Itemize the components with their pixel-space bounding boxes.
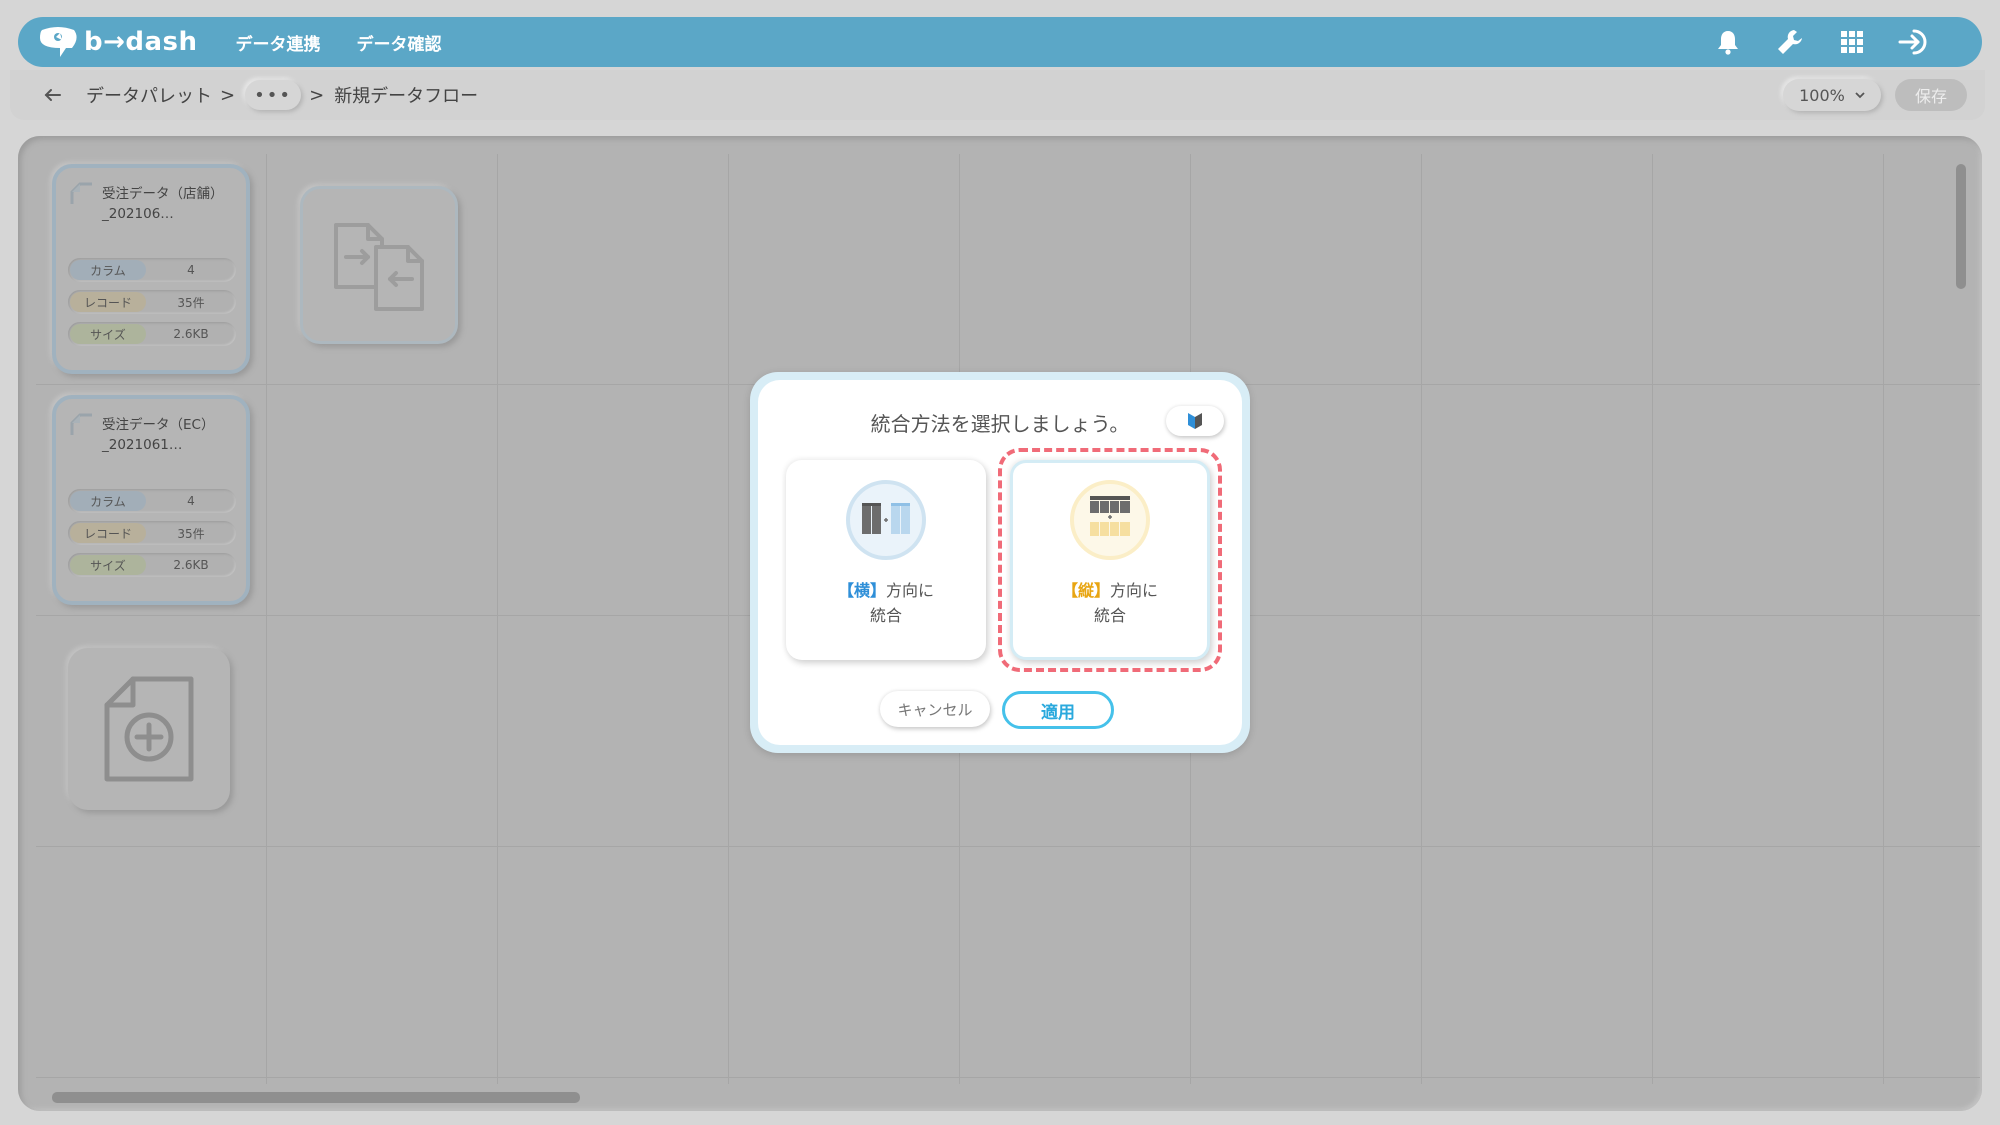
dialog-body: 統合方法を選択しましょう。 【横】方向に 統合 【縦】方向に 統合 キャンセル … xyxy=(758,380,1242,745)
stat-label: レコード xyxy=(70,523,146,543)
logout-icon[interactable] xyxy=(1898,26,1930,58)
stat-label: カラム xyxy=(70,260,146,280)
stat-label: レコード xyxy=(70,292,146,312)
horizontal-scroll-thumb[interactable] xyxy=(52,1092,580,1103)
breadcrumb-separator: > xyxy=(220,84,236,106)
add-data-tile[interactable] xyxy=(68,648,230,810)
option-text: 方向に xyxy=(1110,581,1159,600)
vertical-merge-icon xyxy=(1070,480,1150,560)
cancel-button[interactable]: キャンセル xyxy=(880,691,990,727)
stat-label: カラム xyxy=(70,491,146,511)
card-title: 受注データ（EC）_2021061… xyxy=(102,417,215,453)
data-card[interactable]: 受注データ（店舗）_202106… カラム 4 レコード 35件 サイズ 2.6… xyxy=(52,164,250,374)
merge-icon xyxy=(334,223,424,311)
file-corner-icon xyxy=(70,413,92,435)
horizontal-merge-icon xyxy=(846,480,926,560)
nav-data-check[interactable]: データ確認 xyxy=(357,30,442,55)
option-text: 統合 xyxy=(1093,606,1126,625)
option-bracket: 【横】 xyxy=(837,581,886,600)
breadcrumb-current: 新規データフロー xyxy=(334,86,479,107)
logo-icon xyxy=(40,27,77,57)
stat-size: サイズ 2.6KB xyxy=(68,322,236,346)
top-nav: b→dash データ連携 データ確認 xyxy=(18,17,1982,67)
option-horizontal-label: 【横】方向に 統合 xyxy=(786,578,986,628)
vertical-scrollbar[interactable] xyxy=(1954,152,1968,1072)
wrench-icon[interactable] xyxy=(1774,26,1806,58)
save-button[interactable]: 保存 xyxy=(1895,79,1967,111)
breadcrumb-separator: > xyxy=(309,84,325,106)
option-vertical-merge[interactable]: 【縦】方向に 統合 xyxy=(1010,460,1210,660)
file-corner-icon xyxy=(70,182,92,204)
breadcrumb-root[interactable]: データパレット xyxy=(86,82,212,108)
breadcrumb-more-button[interactable]: ••• xyxy=(245,80,302,110)
nav-data-integration[interactable]: データ連携 xyxy=(236,30,321,55)
zoom-value: 100% xyxy=(1799,85,1845,105)
stat-label: サイズ xyxy=(70,555,146,575)
bell-icon[interactable] xyxy=(1712,26,1744,58)
option-vertical-label: 【縦】方向に 統合 xyxy=(1013,578,1207,628)
stat-size: サイズ 2.6KB xyxy=(68,553,236,577)
option-horizontal-merge[interactable]: 【横】方向に 統合 xyxy=(786,460,986,660)
stat-columns: カラム 4 xyxy=(68,258,236,282)
merge-method-dialog: 統合方法を選択しましょう。 【横】方向に 統合 【縦】方向に 統合 キャンセル … xyxy=(750,372,1250,753)
stat-columns: カラム 4 xyxy=(68,489,236,513)
beginner-help-button[interactable] xyxy=(1166,406,1224,436)
stat-label: サイズ xyxy=(70,324,146,344)
merge-action-tile[interactable] xyxy=(300,186,458,344)
stat-records: レコード 35件 xyxy=(68,521,236,545)
vertical-scroll-thumb[interactable] xyxy=(1956,164,1966,289)
zoom-select[interactable]: 100% xyxy=(1783,79,1881,111)
nav-icons xyxy=(1712,26,1930,58)
logo[interactable]: b→dash xyxy=(36,26,198,58)
stat-value: 2.6KB xyxy=(173,558,209,572)
stat-value: 35件 xyxy=(177,526,205,541)
beginner-mark-icon xyxy=(1188,413,1202,429)
stat-value: 35件 xyxy=(177,295,205,310)
data-card[interactable]: 受注データ（EC）_2021061… カラム 4 レコード 35件 サイズ 2.… xyxy=(52,395,250,605)
option-text: 統合 xyxy=(869,606,902,625)
chevron-down-icon xyxy=(1855,92,1865,99)
back-arrow-icon[interactable] xyxy=(42,84,64,106)
add-file-icon xyxy=(104,676,194,782)
stat-value: 4 xyxy=(187,494,195,508)
horizontal-scrollbar[interactable] xyxy=(34,1089,1964,1103)
stat-value: 2.6KB xyxy=(173,327,209,341)
option-text: 方向に xyxy=(886,581,935,600)
apply-button[interactable]: 適用 xyxy=(1002,691,1114,729)
logo-text: b→dash xyxy=(84,27,198,57)
stat-records: レコード 35件 xyxy=(68,290,236,314)
card-title: 受注データ（店舗）_202106… xyxy=(102,186,224,222)
grid-icon[interactable] xyxy=(1836,26,1868,58)
option-bracket: 【縦】 xyxy=(1061,581,1110,600)
stat-value: 4 xyxy=(187,263,195,277)
sub-header: データパレット > ••• > 新規データフロー 100% 保存 xyxy=(10,70,1985,120)
